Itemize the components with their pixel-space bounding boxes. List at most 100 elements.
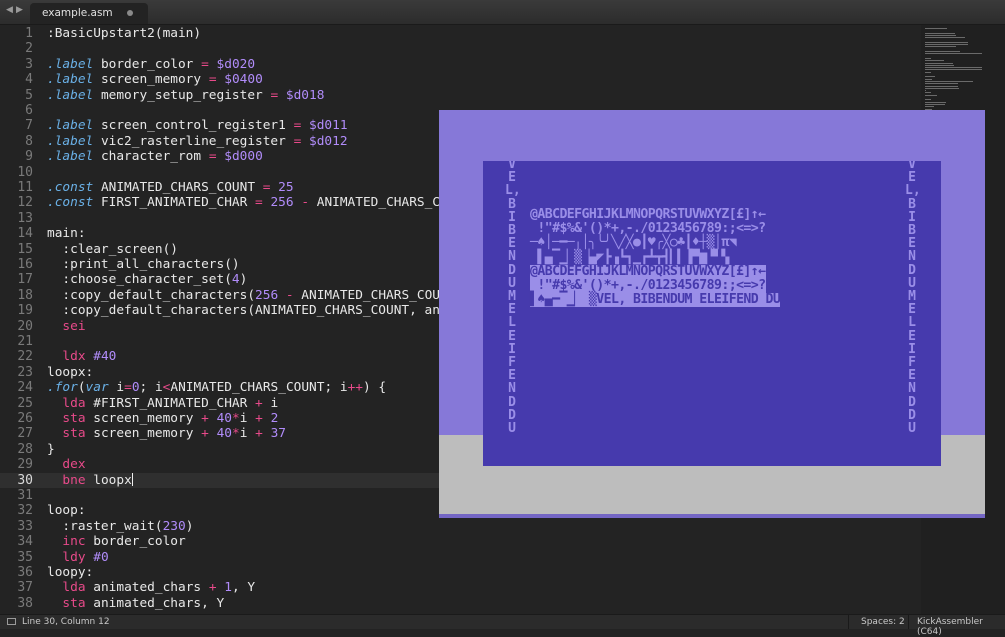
code-text[interactable]: ldx #40 xyxy=(47,349,116,364)
code-token: .label xyxy=(47,118,94,134)
code-line[interactable]: 38 sta animated_chars, Y xyxy=(0,596,920,611)
line-number: 18 xyxy=(17,287,33,303)
code-text[interactable]: loop: xyxy=(47,503,86,518)
minimap-line xyxy=(925,92,931,94)
code-text[interactable]: sta animated_chars, Y xyxy=(47,596,224,611)
code-token: dex xyxy=(62,457,86,473)
forward-arrow-icon[interactable]: ▶ xyxy=(16,5,23,15)
code-text[interactable]: inc border_color xyxy=(47,534,186,550)
code-text[interactable]: main: xyxy=(47,226,86,241)
code-text[interactable]: bne loopx xyxy=(47,472,133,488)
back-arrow-icon[interactable]: ◀ xyxy=(6,5,13,15)
code-text[interactable]: :copy_default_characters(ANIMATED_CHARS_… xyxy=(47,303,447,318)
code-text[interactable]: .label screen_memory = $0400 xyxy=(47,72,263,87)
code-text[interactable]: .const ANIMATED_CHARS_COUNT = 25 xyxy=(47,180,294,195)
code-text[interactable]: :raster_wait(230) xyxy=(47,519,193,534)
code-text[interactable]: dex xyxy=(47,457,86,473)
code-token: character_rom xyxy=(93,149,209,165)
code-text[interactable]: .label screen_control_register1 = $d011 xyxy=(47,118,348,133)
minimap-line xyxy=(925,90,927,92)
minimap-line xyxy=(925,101,946,103)
code-text[interactable]: :choose_character_set(4) xyxy=(47,272,247,287)
code-text[interactable]: :BasicUpstart2(main) xyxy=(47,26,201,41)
code-text[interactable]: .const FIRST_ANIMATED_CHAR = 256 - ANIMA… xyxy=(47,195,448,210)
code-line[interactable]: 1:BasicUpstart2(main) xyxy=(0,26,920,41)
line-number: 4 xyxy=(25,72,33,88)
code-line[interactable]: 33 :raster_wait(230) xyxy=(0,519,920,534)
unsaved-dot-icon[interactable] xyxy=(127,10,133,16)
code-token: lda xyxy=(62,395,86,411)
code-token: border_color xyxy=(93,56,202,72)
code-text[interactable]: .for(var i=0; i<ANIMATED_CHARS_COUNT; i+… xyxy=(47,380,386,395)
code-text[interactable]: lda animated_chars + 1, Y xyxy=(47,580,255,595)
code-text[interactable]: :print_all_characters() xyxy=(47,257,239,272)
cursor-position[interactable]: Line 30, Column 12 xyxy=(22,617,110,627)
code-token: .label xyxy=(47,72,94,88)
minimap-line xyxy=(925,37,965,39)
code-token: ldx xyxy=(62,349,86,365)
emulator-window[interactable]: VEL, BIBENDUM ELEIFEND DU VEL, BIBENDUM … xyxy=(439,110,985,518)
code-token: - xyxy=(301,195,310,211)
line-number: 30 xyxy=(17,472,33,488)
code-text[interactable]: ldy #0 xyxy=(47,550,108,565)
line-number: 20 xyxy=(17,318,33,334)
code-line[interactable]: 3 .label border_color = $d020 xyxy=(0,57,920,72)
code-text[interactable]: .label memory_setup_register = $d018 xyxy=(47,88,324,103)
code-line[interactable]: 36 loopy: xyxy=(0,565,920,580)
code-line[interactable]: 34 inc border_color xyxy=(0,534,920,549)
code-text[interactable]: loopx: xyxy=(47,365,93,380)
code-text[interactable]: :clear_screen() xyxy=(47,242,178,257)
line-number: 28 xyxy=(17,441,33,457)
indentation-setting[interactable]: Spaces: 2 xyxy=(861,617,905,627)
minimap-line xyxy=(925,87,960,89)
code-text[interactable]: .label character_rom = $d000 xyxy=(47,149,263,164)
code-text[interactable]: .label border_color = $d020 xyxy=(47,57,255,72)
code-line[interactable]: 35 ldy #0 xyxy=(0,550,920,565)
code-token: + xyxy=(255,395,263,411)
panel-toggle-icon[interactable] xyxy=(7,618,16,625)
tab-bar: ◀ ▶ example.asm xyxy=(0,0,1005,25)
code-text[interactable]: loopy: xyxy=(47,565,93,580)
code-token: ANIMATED_CHARS_COUN xyxy=(293,287,448,303)
minimap-line xyxy=(925,80,974,82)
code-token: 4 xyxy=(231,272,240,288)
code-text[interactable]: .label vic2_rasterline_register = $d012 xyxy=(47,134,348,149)
syntax-selector[interactable]: KickAssembler (C64) xyxy=(917,617,1005,637)
minimap-line xyxy=(925,34,956,36)
code-text[interactable]: sta screen_memory + 40*i + 37 xyxy=(47,426,286,441)
code-token: var xyxy=(85,380,109,396)
code-token: 40 xyxy=(216,411,232,426)
code-token: border_color xyxy=(85,534,186,550)
code-text[interactable]: lda #FIRST_ANIMATED_CHAR + i xyxy=(47,396,278,411)
code-text[interactable]: sei xyxy=(47,319,85,334)
code-line[interactable]: 2 xyxy=(0,41,920,56)
code-line[interactable]: 37 lda animated_chars + 1, Y xyxy=(0,580,920,595)
code-text[interactable]: } xyxy=(47,442,55,457)
tab-example-asm[interactable]: example.asm xyxy=(30,3,148,24)
code-token: .const xyxy=(47,180,94,195)
code-text[interactable]: :copy_default_characters(256 - ANIMATED_… xyxy=(47,287,448,303)
line-number: 23 xyxy=(17,364,33,380)
minimap-line xyxy=(925,99,931,101)
code-token: 256 xyxy=(255,287,279,303)
minimap-line xyxy=(925,53,983,55)
line-number: 3 xyxy=(25,56,33,72)
line-number: 2 xyxy=(25,41,33,57)
code-token: 40 xyxy=(216,426,232,442)
line-number: 33 xyxy=(17,518,33,534)
code-token: animated_chars xyxy=(85,580,209,596)
code-token: animated_chars, Y xyxy=(85,595,225,611)
code-token: } xyxy=(47,441,55,457)
code-token: 256 xyxy=(270,195,294,211)
line-number: 12 xyxy=(17,195,33,211)
line-number: 17 xyxy=(17,272,33,288)
minimap-line xyxy=(925,60,944,62)
emulator-screen: VEL, BIBENDUM ELEIFEND DU VEL, BIBENDUM … xyxy=(483,161,941,466)
code-line[interactable]: 4 .label screen_memory = $0400 xyxy=(0,72,920,87)
minimap-line xyxy=(925,76,935,78)
code-line[interactable]: 5 .label memory_setup_register = $d018 xyxy=(0,88,920,103)
code-text[interactable]: sta screen_memory + 40*i + 2 xyxy=(47,411,278,426)
